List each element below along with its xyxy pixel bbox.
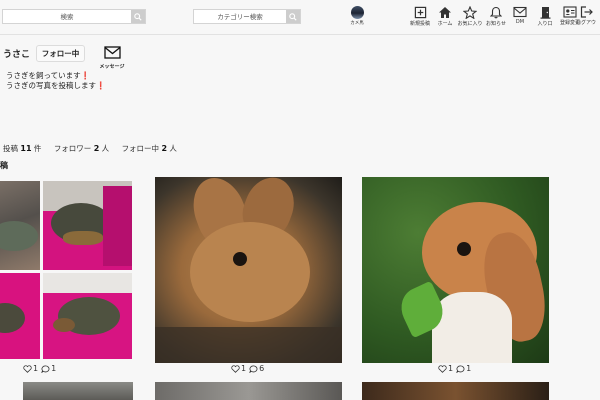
follow-button[interactable]: フォロー中 [36,45,85,62]
turtle-photo [0,273,40,359]
post-thumbnail[interactable] [362,177,549,363]
comment-count: 6 [259,364,265,373]
turtle-photo [0,181,40,270]
mail-icon [103,46,121,59]
posts-count: 11 [20,144,32,153]
category-search-box [193,9,301,24]
turtle-photo [43,273,132,359]
search-icon [134,12,142,21]
post-reactions: 1 1 [438,364,471,373]
nav-logout[interactable]: ログアウ [574,6,600,26]
posts-section-title: 稿 [0,161,8,170]
profile-username: うさこ [3,50,31,60]
posts-unit: 件 [33,144,42,153]
search-icon [289,12,297,21]
bell-icon [490,6,502,19]
post-thumbnail[interactable] [362,382,549,400]
following-label: フォロー中 [121,144,160,153]
post-reactions: 1 1 [23,364,56,373]
category-search-input[interactable] [194,10,286,23]
like-count: 1 [33,364,39,373]
comment-icon[interactable] [456,364,465,373]
search-box [2,9,146,24]
like-count: 1 [448,364,454,373]
comment-count: 1 [51,364,57,373]
heart-icon[interactable] [23,364,32,373]
posts-stat[interactable]: 投稿 11 件 [3,144,41,153]
search-button[interactable] [131,10,145,23]
logo-text: カメ馬 [350,21,364,26]
heart-icon[interactable] [438,364,447,373]
exclamation-icon: ❗ [80,71,90,80]
star-icon [463,6,477,19]
nav-label: ログアウ [576,20,597,26]
plus-square-icon [414,6,426,19]
like-count: 1 [241,364,247,373]
post-reactions: 1 6 [231,364,264,373]
posts-label: 投稿 [3,144,18,153]
post-thumbnail[interactable] [155,177,342,363]
profile-bio: うさぎを飼っています❗ うさぎの写真を投稿します❗ [6,71,105,91]
logo-icon [350,6,364,19]
comment-count: 1 [466,364,472,373]
followers-stat[interactable]: フォロワー 2 人 [54,144,109,153]
turtle-photo [43,181,132,270]
profile-stats: 投稿 11 件 フォロワー 2 人 フォロー中 2 人 [3,143,187,154]
header-bar: カメ馬 新規投稿 ホーム お気に入り お知らせ DM 入り口 登録変更 ログアウ [0,0,600,35]
door-icon [540,7,550,19]
heart-icon[interactable] [231,364,240,373]
following-stat[interactable]: フォロー中 2 人 [122,144,177,153]
category-search-button[interactable] [286,10,300,23]
logout-icon [580,6,593,18]
followers-count: 2 [93,144,100,153]
site-logo[interactable]: カメ馬 [346,6,368,26]
message-button[interactable]: メッセージ [98,44,126,70]
search-input[interactable] [3,10,131,23]
followers-unit: 人 [101,144,110,153]
post-thumbnail[interactable] [0,181,132,359]
post-thumbnail[interactable] [23,382,133,400]
following-unit: 人 [169,144,177,153]
post-thumbnail[interactable] [155,382,342,400]
followers-label: フォロワー [53,144,92,153]
mail-icon [513,6,527,18]
exclamation-icon: ❗ [96,81,106,90]
message-label: メッセージ [99,64,125,70]
comment-icon[interactable] [249,364,258,373]
bio-line: うさぎの写真を投稿します [6,81,96,90]
comment-icon[interactable] [41,364,50,373]
home-icon [439,7,451,18]
bio-line: うさぎを飼っています [6,71,81,80]
following-count: 2 [161,144,168,153]
